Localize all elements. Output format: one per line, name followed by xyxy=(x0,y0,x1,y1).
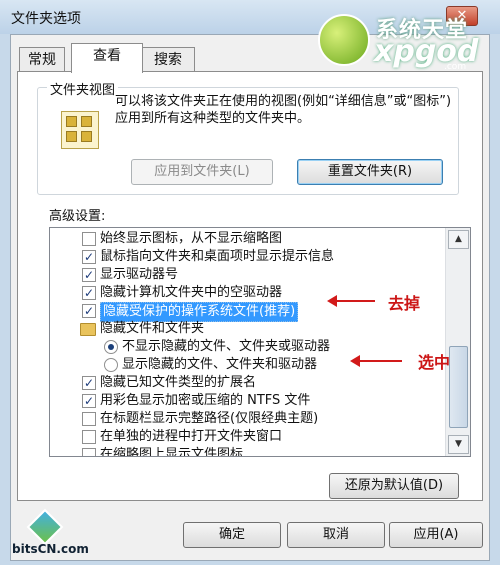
list-item[interactable]: 始终显示图标，从不显示缩略图 xyxy=(50,230,444,248)
list-item[interactable]: 显示驱动器号 xyxy=(50,266,444,284)
cancel-button[interactable]: 取消 xyxy=(287,522,385,548)
checkbox[interactable] xyxy=(82,412,96,426)
tab-general[interactable]: 常规 xyxy=(19,47,65,72)
list-item[interactable]: 在单独的进程中打开文件夹窗口 xyxy=(50,428,444,446)
scroll-down-arrow-icon[interactable]: ▼ xyxy=(448,435,469,454)
bottom-watermark-text: bitsCN.com xyxy=(12,542,89,556)
advanced-settings-label: 高级设置: xyxy=(49,209,106,224)
list-item[interactable]: 鼠标指向文件夹和桌面项时显示提示信息 xyxy=(50,248,444,266)
folder-icon xyxy=(80,323,96,336)
watermark-logo-icon xyxy=(318,14,370,66)
list-item[interactable]: 显示隐藏的文件、文件夹和驱动器 xyxy=(50,356,444,374)
list-item-label: 在标题栏显示完整路径(仅限经典主题) xyxy=(100,411,319,426)
list-item-label: 显示驱动器号 xyxy=(100,267,179,282)
list-item[interactable]: 在标题栏显示完整路径(仅限经典主题) xyxy=(50,410,444,428)
apply-to-folders-button[interactable]: 应用到文件夹(L) xyxy=(131,159,273,185)
annotation-remove: 去掉 xyxy=(388,294,421,313)
list-item-selected[interactable]: 隐藏受保护的操作系统文件(推荐) xyxy=(50,302,444,322)
list-item-label: 隐藏计算机文件夹中的空驱动器 xyxy=(100,285,283,300)
ok-button[interactable]: 确定 xyxy=(183,522,281,548)
annotation-arrow xyxy=(350,355,402,367)
tab-view[interactable]: 查看 xyxy=(71,43,143,73)
checkbox[interactable] xyxy=(82,248,96,266)
list-item-label: 隐藏已知文件类型的扩展名 xyxy=(100,375,257,390)
list-item[interactable]: 用彩色显示加密或压缩的 NTFS 文件 xyxy=(50,392,444,410)
watermark-sub: .com xyxy=(444,62,467,72)
radio-button[interactable] xyxy=(104,358,118,372)
annotation-arrow xyxy=(327,295,375,307)
folder-view-legend: 文件夹视图 xyxy=(47,79,119,98)
list-item[interactable]: 隐藏已知文件类型的扩展名 xyxy=(50,374,444,392)
list-item-label: 显示隐藏的文件、文件夹和驱动器 xyxy=(122,357,318,372)
list-item-label: 在单独的进程中打开文件夹窗口 xyxy=(100,429,283,444)
checkbox[interactable] xyxy=(82,448,96,456)
folder-view-icon xyxy=(61,111,99,149)
list-item[interactable]: 不显示隐藏的文件、文件夹或驱动器 xyxy=(50,338,444,356)
list-item-label: 隐藏受保护的操作系统文件(推荐) xyxy=(100,302,299,322)
list-item[interactable]: 隐藏计算机文件夹中的空驱动器 xyxy=(50,284,444,302)
site-watermark: 系统天堂 xpgod .com xyxy=(316,10,494,74)
annotation-select: 选中 xyxy=(418,353,451,372)
list-item-label: 在缩略图上显示文件图标 xyxy=(100,447,244,457)
checkbox[interactable] xyxy=(82,232,96,246)
advanced-settings-list[interactable]: 始终显示图标，从不显示缩略图 鼠标指向文件夹和桌面项时显示提示信息 显示驱动器号… xyxy=(49,227,471,457)
list-item-label: 不显示隐藏的文件、文件夹或驱动器 xyxy=(122,339,331,354)
checkbox[interactable] xyxy=(82,284,96,302)
list-item-label: 鼠标指向文件夹和桌面项时显示提示信息 xyxy=(100,249,335,264)
scrollbar-thumb[interactable] xyxy=(449,346,468,428)
checkbox[interactable] xyxy=(82,392,96,410)
scroll-up-arrow-icon[interactable]: ▲ xyxy=(448,230,469,249)
folder-view-description: 可以将该文件夹正在使用的视图(例如“详细信息”或“图标”)应用到所有这种类型的文… xyxy=(115,94,452,126)
restore-defaults-button[interactable]: 还原为默认值(D) xyxy=(329,473,459,499)
apply-button[interactable]: 应用(A) xyxy=(389,522,483,548)
watermark-diamond-icon xyxy=(26,508,64,546)
list-item-label: 隐藏文件和文件夹 xyxy=(100,321,205,336)
checkbox[interactable] xyxy=(82,302,96,320)
checkbox[interactable] xyxy=(82,430,96,444)
window-title: 文件夹选项 xyxy=(11,11,81,27)
tab-search[interactable]: 搜索 xyxy=(141,47,195,72)
reset-folders-button[interactable]: 重置文件夹(R) xyxy=(297,159,443,185)
bottom-watermark: bitsCN.com xyxy=(4,508,94,562)
vertical-scrollbar[interactable]: ▲ ▼ xyxy=(445,228,470,456)
checkbox[interactable] xyxy=(82,374,96,392)
list-item-label: 用彩色显示加密或压缩的 NTFS 文件 xyxy=(100,393,311,408)
list-item[interactable]: 在缩略图上显示文件图标 xyxy=(50,446,444,457)
list-item-label: 始终显示图标，从不显示缩略图 xyxy=(100,231,283,246)
checkbox[interactable] xyxy=(82,266,96,284)
list-item-group: 隐藏文件和文件夹 xyxy=(50,320,444,338)
radio-button[interactable] xyxy=(104,340,118,354)
